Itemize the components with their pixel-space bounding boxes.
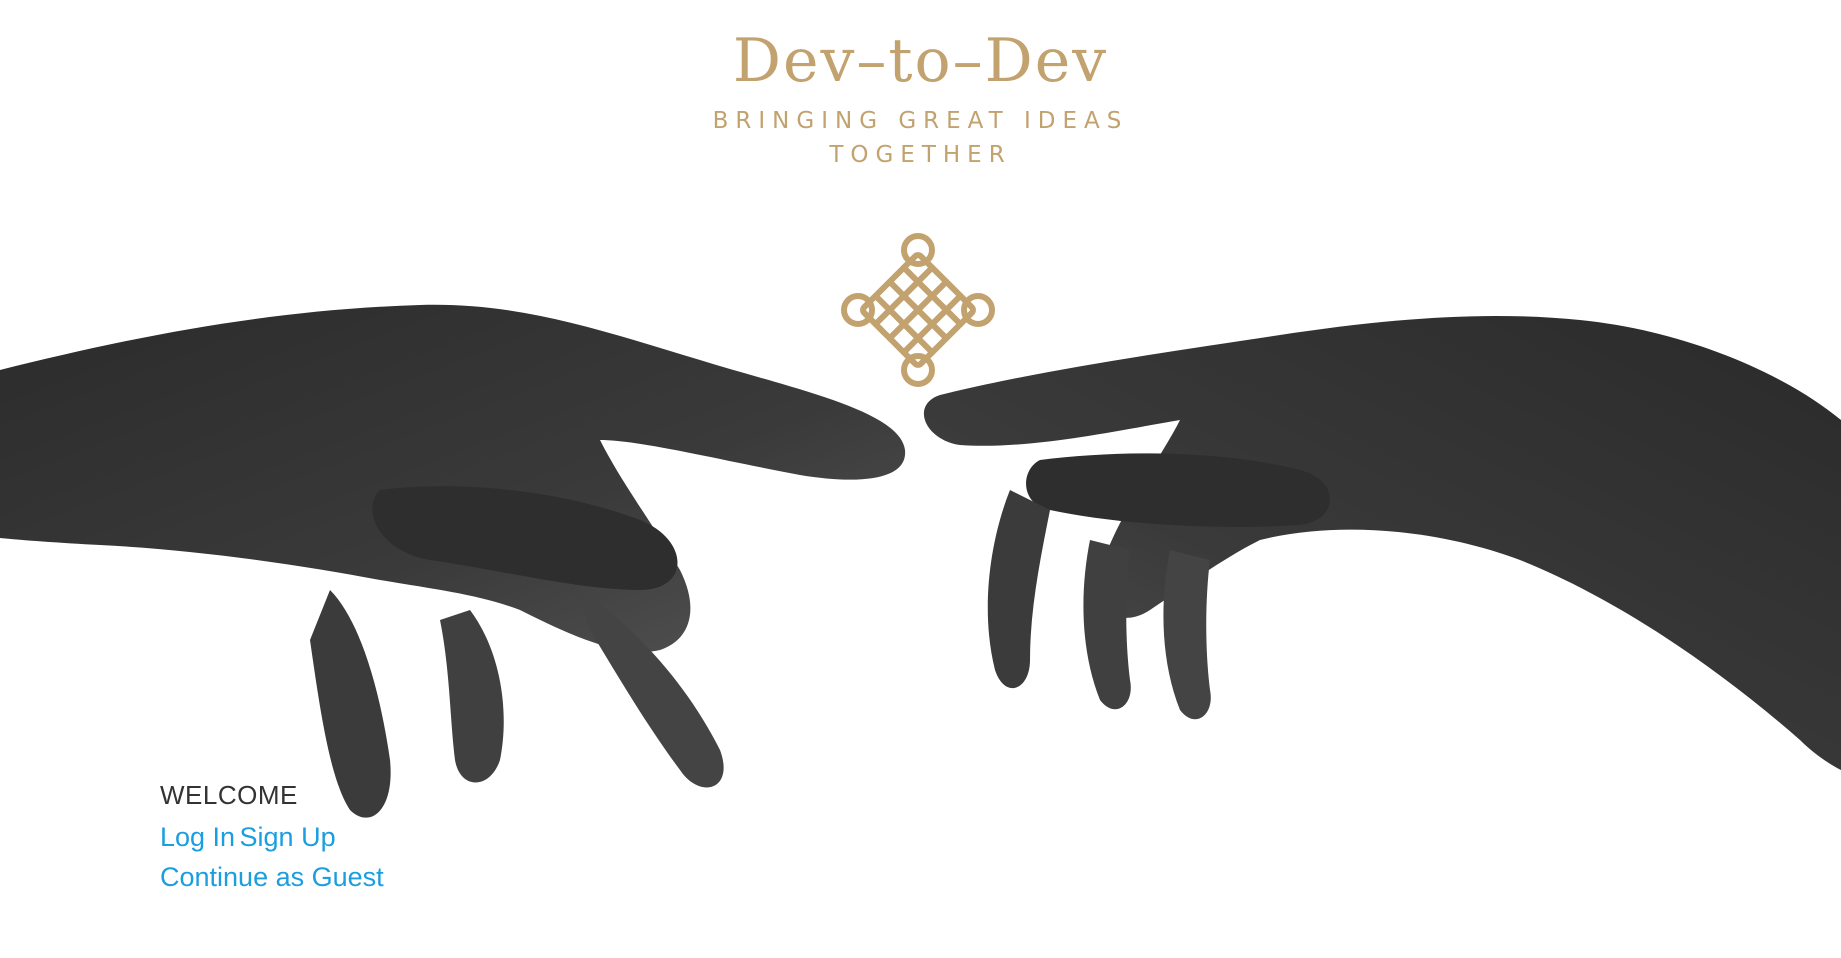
knot-emblem-icon xyxy=(841,233,995,387)
welcome-panel: WELCOME Log In Sign Up Continue as Guest xyxy=(160,780,384,897)
signup-link[interactable]: Sign Up xyxy=(240,822,336,852)
brand-title: Dev–to–Dev xyxy=(732,26,1109,96)
reaching-hand-left-image xyxy=(0,304,906,818)
brand-header: Dev–to–Dev BRINGING GREAT IDEAS TOGETHER xyxy=(0,26,1841,172)
login-link[interactable]: Log In xyxy=(160,822,235,852)
brand-tagline: BRINGING GREAT IDEAS TOGETHER xyxy=(712,108,1129,168)
hero-background: Dev–to–Dev BRINGING GREAT IDEAS TOGETHER… xyxy=(0,0,1841,958)
auth-links: Log In Sign Up xyxy=(160,817,384,857)
continue-as-guest-link[interactable]: Continue as Guest xyxy=(160,862,384,892)
reaching-hand-right-image xyxy=(923,315,1841,770)
guest-row: Continue as Guest xyxy=(160,857,384,897)
welcome-heading: WELCOME xyxy=(160,780,298,810)
